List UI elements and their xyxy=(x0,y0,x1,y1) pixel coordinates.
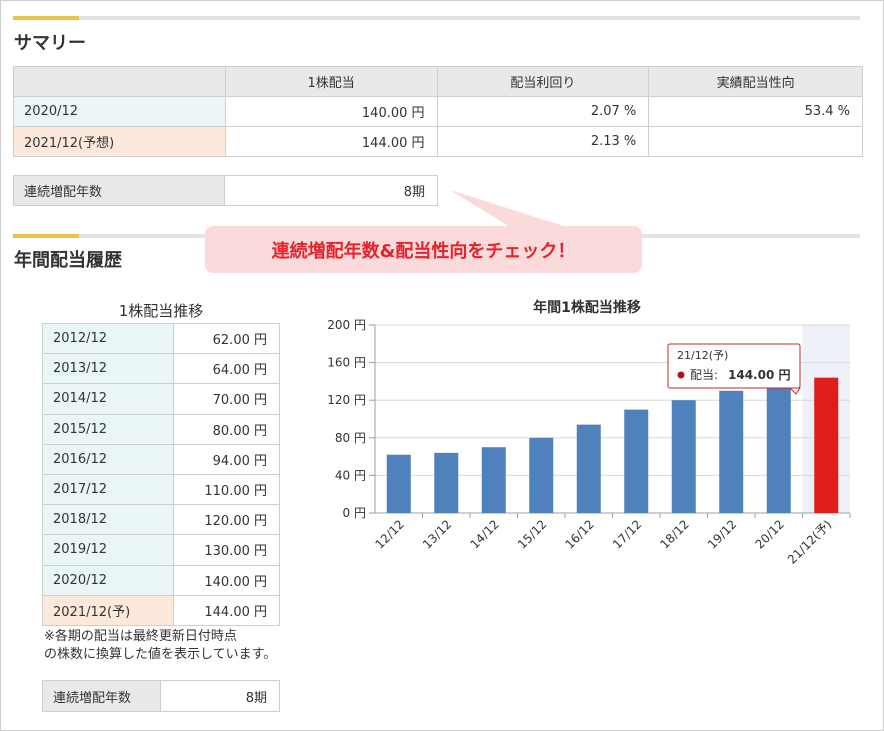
y-tick-label: 120 円 xyxy=(327,393,366,407)
history-year: 2014/12 xyxy=(42,383,174,415)
history-value: 130.00 円 xyxy=(172,534,281,566)
y-tick-label: 200 円 xyxy=(327,318,366,332)
history-row: 2018/12 120.00 円 xyxy=(42,504,281,536)
history-row: 2019/12 130.00 円 xyxy=(42,534,281,566)
bar xyxy=(719,390,744,513)
history-row: 2016/12 94.00 円 xyxy=(42,443,281,475)
history-row: 2020/12 140.00 円 xyxy=(42,564,281,596)
bar xyxy=(481,447,506,513)
history-value: 62.00 円 xyxy=(172,322,281,355)
tooltip-title: 21/12(予) xyxy=(677,349,728,362)
tooltip-pointer xyxy=(788,387,801,395)
history-value: 94.00 円 xyxy=(172,443,281,475)
history-row: 2013/12 64.00 円 xyxy=(42,353,281,385)
history-row: 2012/12 62.00 円 xyxy=(42,322,281,355)
bar xyxy=(766,381,791,513)
history-year: 2015/12 xyxy=(42,413,174,445)
tooltip-label: 配当: xyxy=(690,368,718,382)
bar xyxy=(814,377,839,513)
x-tick-label: 15/12 xyxy=(515,517,549,551)
bar xyxy=(386,454,411,513)
x-tick-label: 18/12 xyxy=(658,517,692,551)
history-year: 2017/12 xyxy=(42,473,174,506)
history-value: 70.00 円 xyxy=(172,383,281,415)
history-value: 140.00 円 xyxy=(172,564,281,596)
bar xyxy=(671,400,696,513)
history-year: 2020/12 xyxy=(42,564,174,596)
history-year: 2018/12 xyxy=(42,504,174,536)
bar xyxy=(434,452,459,513)
x-tick-label: 12/12 xyxy=(373,517,407,551)
history-table: 2012/12 62.00 円 2013/12 64.00 円 2014/12 70.00… xyxy=(42,322,281,626)
y-tick-label: 0 円 xyxy=(343,506,366,520)
chart-title: 年間1株配当推移 xyxy=(533,299,641,316)
history-year: 2012/12 xyxy=(42,322,174,355)
bar xyxy=(624,409,649,513)
history-row: 2015/12 80.00 円 xyxy=(42,413,281,445)
tooltip-value: 144.00 円 xyxy=(728,368,791,382)
x-tick-label: 20/12 xyxy=(753,517,787,551)
history-value: 110.00 円 xyxy=(172,473,281,506)
history-caption: 1株配当推移 xyxy=(118,302,204,320)
bar xyxy=(529,437,554,513)
history-streak-label: 連続増配年数 xyxy=(41,680,162,712)
history-value: 64.00 円 xyxy=(172,353,281,385)
y-tick-label: 40 円 xyxy=(335,468,366,482)
x-tick-label: 19/12 xyxy=(705,517,739,551)
history-streak-value: 8期 xyxy=(160,680,280,712)
y-tick-label: 80 円 xyxy=(335,431,366,445)
history-note: ※各期の配当は最終更新日付時点 の株数に換算した値を表示しています。 xyxy=(44,629,277,662)
history-streak-table: 連続増配年数 8期 xyxy=(41,680,280,712)
history-year: 2019/12 xyxy=(42,534,174,566)
history-year: 2021/12(予) xyxy=(42,594,174,626)
history-value: 144.00 円 xyxy=(172,594,281,626)
history-value: 120.00 円 xyxy=(172,504,281,536)
history-value: 80.00 円 xyxy=(172,413,281,445)
history-year: 2016/12 xyxy=(42,443,174,475)
y-tick-label: 160 円 xyxy=(327,356,366,370)
dividend-bar-chart: 年間1株配当推移 0 円 40 円 80 円 120 円 160 円 200 円 12/12 1… xyxy=(327,299,851,567)
callout-banner: 連続増配年数&配当性向をチェック！ xyxy=(205,226,642,273)
tooltip-marker xyxy=(677,371,685,379)
x-tick-label: 13/12 xyxy=(420,517,454,551)
x-tick-label: 16/12 xyxy=(563,517,597,551)
x-tick-label: 17/12 xyxy=(610,517,644,551)
history-year: 2013/12 xyxy=(42,353,174,385)
history-row: 2017/12 110.00 円 xyxy=(42,473,281,506)
bar xyxy=(576,424,601,513)
history-row: 2021/12(予) 144.00 円 xyxy=(42,594,281,626)
x-tick-label: 21/12(予) xyxy=(785,517,834,566)
history-row: 2014/12 70.00 円 xyxy=(42,383,281,415)
x-tick-label: 14/12 xyxy=(468,517,502,551)
